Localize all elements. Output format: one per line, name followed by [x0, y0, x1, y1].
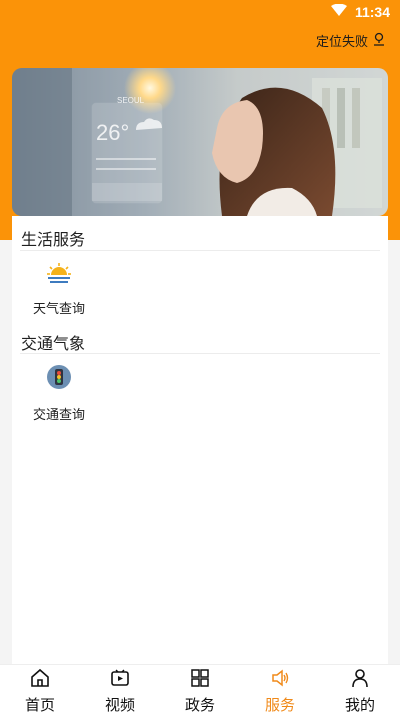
location-pin-icon [372, 32, 386, 50]
traffic-light-icon [46, 364, 72, 394]
tab-government[interactable]: 政务 [160, 665, 240, 712]
tab-video-label: 视频 [104, 696, 135, 712]
tab-mine-label: 我的 [344, 696, 375, 712]
weather-query-label: 天气查询 [32, 302, 85, 317]
traffic-query-item[interactable]: 交通查询 [24, 364, 94, 423]
grid-icon [190, 668, 210, 692]
location-status[interactable]: 定位失败 [316, 31, 386, 50]
bottom-tab-bar: 首页 视频 政务 服务 我的 [0, 664, 400, 712]
banner-temp: 26° [96, 120, 129, 145]
video-icon [110, 668, 130, 692]
weather-query-item[interactable]: 天气查询 [24, 262, 94, 317]
location-label: 定位失败 [315, 35, 368, 50]
tab-mine[interactable]: 我的 [320, 665, 400, 712]
tab-video[interactable]: 视频 [80, 665, 160, 712]
weather-sun-icon [46, 262, 72, 288]
tab-home[interactable]: 首页 [0, 665, 80, 712]
banner-city: SEOUL [117, 96, 145, 105]
tab-home-label: 首页 [24, 696, 55, 712]
section-title-traffic: 交通气象 [21, 334, 86, 353]
speaker-icon [270, 668, 290, 692]
home-icon [30, 668, 50, 692]
tab-government-label: 政务 [184, 696, 215, 712]
section-title-life: 生活服务 [21, 230, 86, 249]
wifi-icon [330, 3, 347, 20]
section-divider [20, 250, 380, 251]
services-panel: 生活服务 天气查询 交通气象 交通查询 [12, 216, 388, 666]
status-time: 11:34 [354, 4, 390, 20]
user-icon [350, 668, 370, 692]
tab-services-label: 服务 [264, 696, 295, 712]
section-divider [20, 353, 380, 354]
traffic-query-label: 交通查询 [32, 408, 85, 423]
banner-image[interactable]: SEOUL 26° [12, 68, 388, 216]
tab-services[interactable]: 服务 [240, 665, 320, 712]
status-bar: 11:34 [0, 0, 400, 24]
